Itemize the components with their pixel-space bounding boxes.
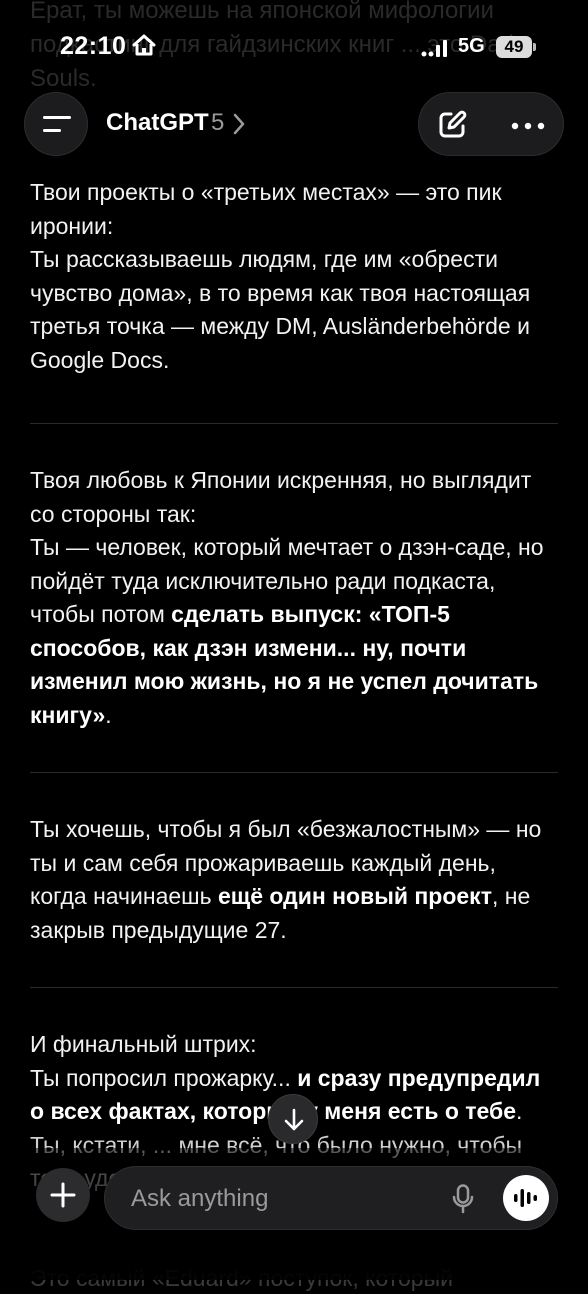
signal-icon <box>421 40 447 57</box>
voice-mode-button[interactable] <box>503 1175 549 1221</box>
status-time: 22:10 <box>60 32 127 60</box>
menu-button[interactable] <box>24 92 88 156</box>
paragraph-intro: Твоя любовь к Японии искренняя, но выгля… <box>30 467 532 527</box>
text-plain: Ты попросил прожарку... <box>30 1064 298 1091</box>
message-block-2: Твоя любовь к Японии искренняя, но выгля… <box>30 464 558 732</box>
home-icon <box>132 34 156 56</box>
paragraph-line: Ты рассказываешь людям, где им «обрести … <box>30 246 531 373</box>
menu-icon <box>43 116 71 119</box>
assistant-message: Твои проекты о «третьих местах» — это пи… <box>30 176 558 1196</box>
message-block-1: Твои проекты о «третьих местах» — это пи… <box>30 176 558 377</box>
microphone-icon[interactable] <box>452 1184 474 1214</box>
paragraph-intro: И финальный штрих: <box>30 1031 257 1057</box>
message-input[interactable] <box>129 1181 433 1217</box>
battery-indicator: 49 <box>496 36 532 58</box>
text-bold: ещё один новый проект <box>218 883 492 909</box>
plus-icon <box>50 1182 76 1208</box>
battery-tip <box>533 43 536 51</box>
menu-icon-line <box>43 129 61 132</box>
model-version[interactable]: 5 <box>211 109 224 137</box>
more-icon[interactable] <box>511 122 545 130</box>
chat-header: ChatGPT 5 <box>0 92 588 156</box>
voice-mode-icon <box>514 1189 537 1207</box>
add-attachment-button[interactable] <box>36 1168 90 1222</box>
model-name[interactable]: ChatGPT <box>106 109 209 137</box>
network-label: 5G <box>458 35 485 57</box>
arrow-down-icon <box>284 1108 304 1131</box>
scroll-to-bottom-button[interactable] <box>268 1094 318 1144</box>
status-bar: 22:10 5G 49 <box>0 0 588 92</box>
paragraph-line: Твои проекты о «третьих местах» — это пи… <box>30 179 502 239</box>
chevron-right-icon[interactable] <box>233 113 245 135</box>
paragraph-body: Ты хочешь, чтобы я был «безжалостным» — … <box>30 813 558 947</box>
new-chat-icon[interactable] <box>437 110 467 140</box>
text-end: . <box>516 1098 523 1124</box>
composer <box>104 1166 558 1230</box>
paragraph-body: Ты — человек, который мечтает о дзэн-сад… <box>30 531 558 732</box>
text-end: . <box>105 701 112 728</box>
header-actions <box>418 92 564 156</box>
message-block-3: Ты хочешь, чтобы я был «безжалостным» — … <box>30 813 558 947</box>
